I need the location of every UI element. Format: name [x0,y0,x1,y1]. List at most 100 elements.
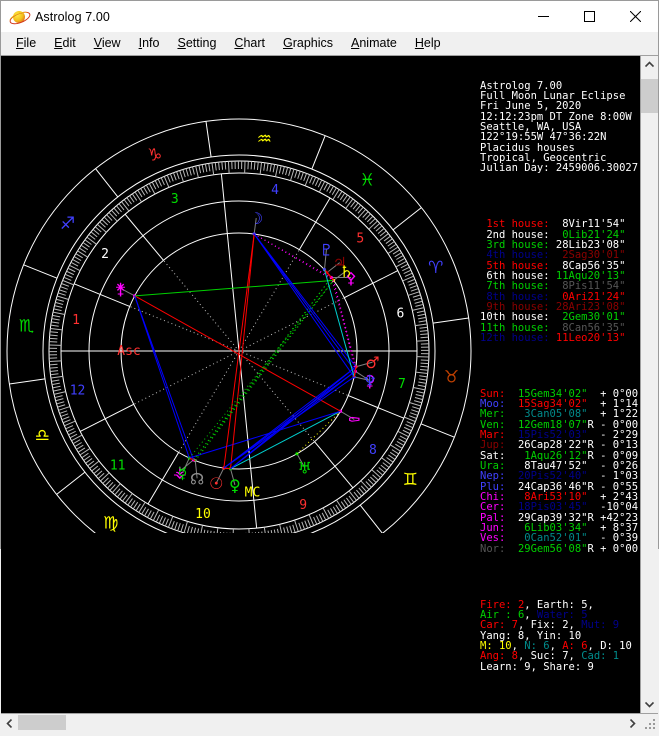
degree-tick [388,455,395,460]
degree-tick [414,298,422,300]
degree-tick [316,516,319,523]
degree-tick [351,201,356,207]
degree-tick [406,424,413,427]
house-cusp-spoke [163,260,239,351]
planet-glyph-plu: ♇ [319,240,333,259]
angle-line [227,234,239,351]
menu-setting[interactable]: Setting [168,34,225,53]
degree-tick [419,321,427,322]
horizontal-scrollbar[interactable] [1,713,658,732]
degree-tick [173,173,176,181]
degree-tick [302,522,305,530]
degree-tick [420,327,428,328]
degree-tick [130,196,135,203]
degree-tick [413,295,421,297]
chart-wheel-pane[interactable]: ♊♋♌♍♎♏♐♑♒♓♈♉123456789101112AscMC⚰♅♀☉☊⚶☿⚵… [1,56,477,713]
degree-tick [60,287,68,290]
degree-tick [50,335,58,336]
house-number-3: 3 [171,192,179,207]
degree-tick [415,324,427,326]
degree-tick [100,473,109,481]
degree-tick [65,274,72,277]
degree-tick [62,417,69,420]
degree-tick [162,518,165,525]
house-cusp-line [125,214,163,260]
degree-tick [402,267,409,271]
house-number-10: 10 [195,507,211,522]
degree-tick [421,363,429,364]
degree-tick [369,221,378,229]
degree-tick [418,382,426,383]
degree-tick [147,510,151,517]
scroll-left-button[interactable] [1,714,18,732]
menu-edit[interactable]: Edit [45,34,85,53]
scroll-thumb[interactable] [641,79,658,113]
degree-tick [346,199,353,209]
degree-tick [199,165,201,173]
degree-tick [205,164,206,172]
text-vertical-scrollbar[interactable] [640,56,658,713]
degree-tick [175,522,178,530]
scroll-track[interactable] [641,73,658,696]
menu-file[interactable]: File [7,34,45,53]
degree-tick [222,162,223,170]
degree-tick [346,197,351,203]
degree-tick [372,470,381,478]
degree-tick [274,530,276,533]
degree-tick [289,168,291,176]
chart-text-pane: Astrolog 7.00Full Moon Lunar EclipseFri … [477,56,658,713]
degree-tick [122,202,129,211]
minimize-button[interactable] [520,1,566,32]
planet-glyph-nep: ♆ [363,371,377,390]
house-cusp-line [315,442,353,488]
close-button[interactable] [612,1,658,32]
degree-tick [318,180,321,187]
degree-tick [97,224,106,232]
degree-tick [212,163,214,175]
menu-info[interactable]: Info [130,34,169,53]
maximize-button[interactable] [566,1,612,32]
degree-tick [183,169,185,177]
degree-tick [299,523,302,531]
degree-tick [341,502,345,509]
planet-glyph-chi: ⚰ [347,410,361,429]
degree-tick [186,169,188,177]
degree-tick [219,162,220,170]
scroll-right-button[interactable] [624,714,641,732]
degree-tick [264,527,266,533]
house-number-9: 9 [299,498,307,513]
menu-chart[interactable]: Chart [225,34,274,53]
house-number-8: 8 [369,443,377,458]
planet-glyph-moo: ☽ [249,209,263,228]
degree-tick [349,491,356,500]
h-scroll-thumb[interactable] [18,715,66,730]
house-number-6: 6 [397,306,405,321]
degree-tick [133,502,137,509]
menu-animate[interactable]: Animate [342,34,406,53]
menu-graphics[interactable]: Graphics [274,34,342,53]
degree-tick [414,401,422,403]
degree-tick [143,187,147,194]
sign-boundary [421,424,454,437]
menu-view[interactable]: View [85,34,130,53]
degree-tick [170,174,173,181]
degree-tick [349,496,354,502]
chart-wheel[interactable]: ♊♋♌♍♎♏♐♑♒♓♈♉123456789101112AscMC⚰♅♀☉☊⚶☿⚵… [1,56,477,533]
summary-line: Learn: 9, Share: 9 [480,662,658,672]
degree-tick [259,532,260,533]
degree-tick [405,273,412,276]
sign-boundary [360,505,382,533]
degree-tick [290,169,293,180]
degree-tick [338,191,342,198]
degree-tick [251,161,252,169]
degree-tick [128,499,133,505]
scroll-up-button[interactable] [641,56,658,73]
resize-grip[interactable] [643,717,657,731]
degree-tick [52,319,60,320]
menu-help[interactable]: Help [406,34,450,53]
degree-tick [419,376,427,377]
scroll-down-button[interactable] [641,696,658,713]
h-scroll-track[interactable] [18,714,624,732]
degree-tick [270,164,271,172]
degree-tick [132,194,136,201]
